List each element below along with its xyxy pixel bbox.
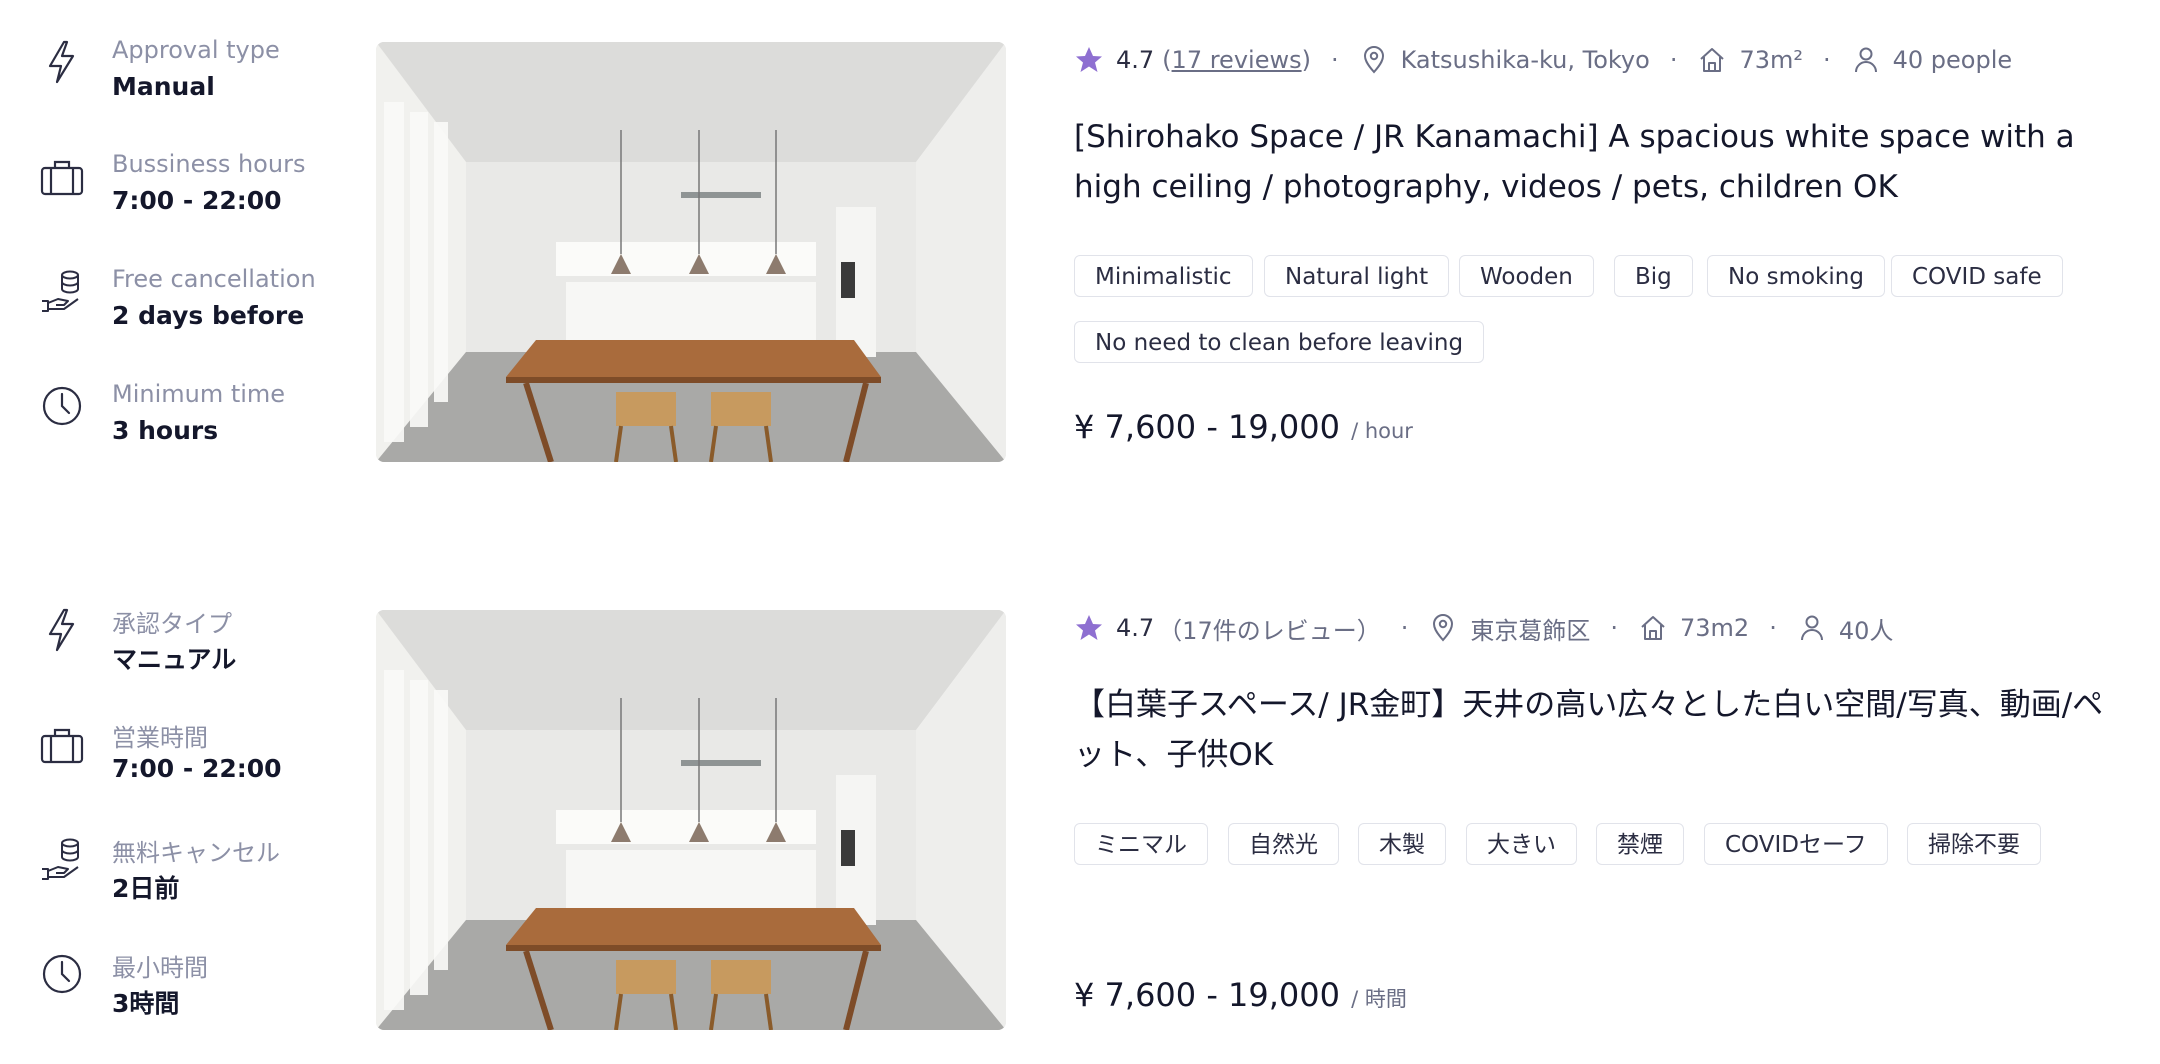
tag: Big — [1614, 255, 1693, 297]
separator-dot: · — [1823, 46, 1831, 74]
briefcase-icon — [40, 720, 84, 768]
separator-dot: · — [1400, 614, 1409, 642]
rating-value: 4.7 — [1116, 46, 1155, 74]
tag: 自然光 — [1228, 823, 1339, 865]
price-amount: ¥ 7,600 - 19,000 — [1074, 976, 1340, 1014]
house-icon — [1638, 613, 1668, 643]
clock-icon — [40, 382, 84, 430]
listing-photo[interactable] — [376, 610, 1006, 1030]
tag: No smoking — [1707, 255, 1885, 297]
capacity-text: 40 people — [1892, 46, 2013, 74]
coins-hand-icon — [40, 835, 84, 883]
price-unit: / 時間 — [1351, 987, 1407, 1011]
approval-type-value: マニュアル — [112, 645, 237, 674]
star-icon — [1074, 613, 1104, 643]
approval-type-label: Approval type — [112, 36, 280, 64]
business-hours-item: Bussiness hours 7:00 - 22:00 — [40, 144, 340, 224]
price-unit: / hour — [1351, 419, 1413, 443]
business-hours-value: 7:00 - 22:00 — [112, 186, 282, 215]
listing-title[interactable]: 【白葉子スペース/ JR金町】天井の高い広々とした白い空間/写真、動画/ペット、… — [1074, 680, 2114, 780]
rating-value: 4.7 — [1116, 614, 1155, 642]
business-hours-item: 営業時間 7:00 - 22:00 — [40, 712, 340, 792]
free-cancellation-label: Free cancellation — [112, 265, 316, 293]
minimum-time-value: 3時間 — [112, 989, 180, 1018]
business-hours-label: 営業時間 — [112, 724, 208, 752]
listing-photo[interactable] — [376, 42, 1006, 462]
minimum-time-value: 3 hours — [112, 416, 219, 445]
coins-hand-icon — [40, 267, 84, 315]
price: ¥ 7,600 - 19,000 / hour — [1074, 408, 1413, 446]
location-text: Katsushika-ku, Tokyo — [1400, 46, 1650, 74]
tag: 木製 — [1358, 823, 1446, 865]
minimum-time-item: Minimum time 3 hours — [40, 374, 340, 454]
area-text: 73m² — [1739, 46, 1803, 74]
tag: Natural light — [1264, 255, 1450, 297]
tag: 掃除不要 — [1907, 823, 2041, 865]
approval-type-value: Manual — [112, 72, 215, 101]
reviews-link[interactable]: 17 reviews — [1172, 46, 1302, 74]
tag: 禁煙 — [1596, 823, 1684, 865]
area-text: 73m2 — [1680, 614, 1750, 642]
separator-dot: · — [1669, 46, 1678, 74]
tag: Minimalistic — [1074, 255, 1253, 297]
lightning-icon — [40, 606, 84, 654]
location-pin-icon — [1359, 45, 1389, 75]
business-hours-label: Bussiness hours — [112, 150, 306, 178]
house-icon — [1697, 45, 1727, 75]
star-icon — [1074, 45, 1104, 75]
lightning-icon — [40, 38, 84, 86]
listing-title[interactable]: [Shirohako Space / JR Kanamachi] A spaci… — [1074, 112, 2114, 212]
free-cancellation-value: 2日前 — [112, 874, 180, 903]
person-icon — [1797, 613, 1827, 643]
free-cancellation-value: 2 days before — [112, 301, 305, 330]
listing-card-ja[interactable]: 承認タイプ マニュアル 営業時間 7:00 - 22:00 無料キャンセル 2日… — [0, 598, 2160, 1038]
reviews-wrap: (17 reviews) — [1162, 46, 1311, 74]
business-hours-value: 7:00 - 22:00 — [112, 754, 282, 783]
location-text: 東京葛飾区 — [1470, 616, 1591, 645]
approval-type-label: 承認タイプ — [112, 610, 232, 638]
briefcase-icon — [40, 152, 84, 200]
listing-stats: 4.7 （17件のレビュー） · 東京葛飾区 · 73m2 · 40人 — [1074, 608, 1893, 648]
free-cancellation-label: 無料キャンセル — [112, 839, 280, 867]
listing-stats: 4.7 (17 reviews) · Katsushika-ku, Tokyo … — [1074, 40, 2012, 80]
tag: No need to clean before leaving — [1074, 321, 1485, 363]
tag: COVIDセーフ — [1704, 823, 1888, 865]
tag: 大きい — [1466, 823, 1577, 865]
reviews-link[interactable]: （17件のレビュー） — [1158, 611, 1381, 646]
minimum-time-item: 最小時間 3時間 — [40, 942, 340, 1022]
tag: ミニマル — [1074, 823, 1208, 865]
free-cancellation-item: 無料キャンセル 2日前 — [40, 827, 340, 907]
listing-card-en[interactable]: Approval type Manual Bussiness hours 7:0… — [0, 30, 2160, 470]
person-icon — [1851, 45, 1881, 75]
free-cancellation-item: Free cancellation 2 days before — [40, 259, 340, 339]
clock-icon — [40, 950, 84, 998]
separator-dot: · — [1330, 46, 1339, 74]
location-pin-icon — [1428, 613, 1458, 643]
capacity-text: 40人 — [1838, 616, 1894, 645]
separator-dot: · — [1610, 614, 1618, 642]
approval-type-item: Approval type Manual — [40, 30, 340, 110]
tag: Wooden — [1459, 255, 1594, 297]
approval-type-item: 承認タイプ マニュアル — [40, 598, 340, 678]
separator-dot: · — [1769, 614, 1777, 642]
tag: COVID safe — [1891, 255, 2063, 297]
price-amount: ¥ 7,600 - 19,000 — [1074, 408, 1340, 446]
minimum-time-label: Minimum time — [112, 380, 286, 408]
price: ¥ 7,600 - 19,000 / 時間 — [1074, 976, 1407, 1014]
minimum-time-label: 最小時間 — [112, 954, 208, 982]
